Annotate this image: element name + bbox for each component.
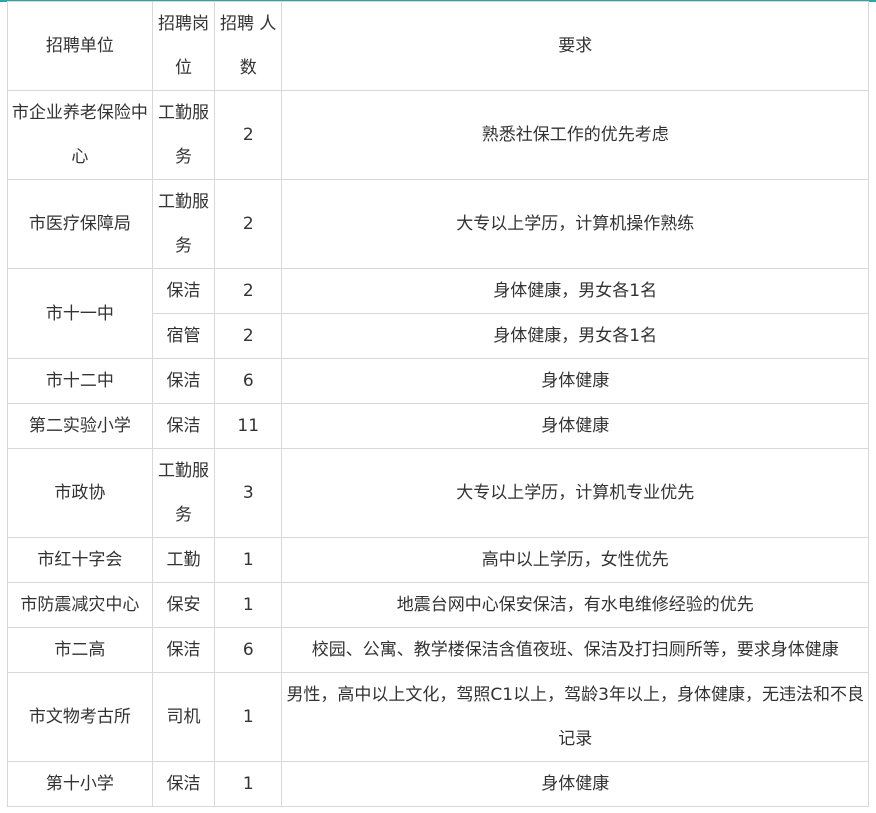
- cell-requirements: 男性，高中以上文化，驾照C1以上，驾龄3年以上，身体健康，无违法和不良记录: [281, 672, 869, 762]
- cell-count: 3: [214, 448, 283, 538]
- cell-count: 2: [214, 179, 283, 269]
- header-post: 招聘岗位: [151, 1, 216, 91]
- cell-unit: 市文物考古所: [7, 672, 153, 762]
- cell-count: 6: [214, 627, 283, 673]
- cell-unit: 市防震减灾中心: [7, 582, 153, 628]
- cell-count: 6: [214, 358, 283, 404]
- cell-unit: 市二高: [7, 627, 153, 673]
- cell-requirements: 大专以上学历，计算机专业优先: [281, 448, 869, 538]
- cell-count: 2: [214, 268, 283, 314]
- table-row: 市红十字会 工勤 1 高中以上学历，女性优先: [7, 537, 869, 583]
- table-row: 市十一中 保洁 2 身体健康，男女各1名: [7, 268, 869, 359]
- cell-requirements: 高中以上学历，女性优先: [281, 537, 869, 583]
- table-row: 市医疗保障局 工勤服务 2 大专以上学历，计算机操作熟练: [7, 179, 869, 269]
- table-row: 市二高 保洁 6 校园、公寓、教学楼保洁含值夜班、保洁及打扫厕所等，要求身体健康: [7, 627, 869, 673]
- cell-post: 保安: [151, 582, 216, 628]
- cell-requirements: 身体健康，男女各1名: [281, 268, 869, 314]
- cell-unit: 市政协: [7, 448, 153, 538]
- table-row: 市企业养老保险中心 工勤服务 2 熟悉社保工作的优先考虑: [7, 90, 869, 180]
- cell-post: 宿管: [151, 313, 216, 359]
- table-row: 市政协 工勤服务 3 大专以上学历，计算机专业优先: [7, 448, 869, 538]
- header-unit: 招聘单位: [7, 1, 153, 91]
- table-header-row: 招聘单位 招聘岗位 招聘 人数 要求: [7, 1, 869, 91]
- cell-count: 1: [214, 537, 283, 583]
- cell-requirements: 校园、公寓、教学楼保洁含值夜班、保洁及打扫厕所等，要求身体健康: [281, 627, 869, 673]
- cell-post: 工勤服务: [151, 90, 216, 180]
- table-row: 市十二中 保洁 6 身体健康: [7, 358, 869, 404]
- cell-requirements: 大专以上学历，计算机操作熟练: [281, 179, 869, 269]
- cell-requirements: 身体健康: [281, 358, 869, 404]
- cell-unit: 市十一中: [7, 268, 153, 359]
- cell-unit: 市红十字会: [7, 537, 153, 583]
- cell-post: 保洁: [151, 761, 216, 807]
- header-requirements: 要求: [281, 1, 869, 91]
- cell-unit: 市医疗保障局: [7, 179, 153, 269]
- cell-requirements: 身体健康: [281, 761, 869, 807]
- cell-requirements: 身体健康，男女各1名: [281, 313, 869, 359]
- cell-count: 1: [214, 672, 283, 762]
- recruitment-table: 招聘单位 招聘岗位 招聘 人数 要求 市企业养老保险中心 工勤服务 2 熟悉社保…: [7, 1, 869, 807]
- cell-post: 工勤: [151, 537, 216, 583]
- cell-post: 保洁: [151, 403, 216, 449]
- cell-unit: 第二实验小学: [7, 403, 153, 449]
- cell-post: 保洁: [151, 268, 216, 314]
- cell-count: 1: [214, 761, 283, 807]
- cell-post: 保洁: [151, 358, 216, 404]
- cell-post: 保洁: [151, 627, 216, 673]
- cell-requirements: 熟悉社保工作的优先考虑: [281, 90, 869, 180]
- table-row: 第十小学 保洁 1 身体健康: [7, 761, 869, 807]
- cell-post: 司机: [151, 672, 216, 762]
- cell-unit: 第十小学: [7, 761, 153, 807]
- table-row: 市文物考古所 司机 1 男性，高中以上文化，驾照C1以上，驾龄3年以上，身体健康…: [7, 672, 869, 762]
- cell-post: 工勤服务: [151, 179, 216, 269]
- cell-count: 11: [214, 403, 283, 449]
- cell-unit: 市十二中: [7, 358, 153, 404]
- table-row: 市防震减灾中心 保安 1 地震台网中心保安保洁，有水电维修经验的优先: [7, 582, 869, 628]
- cell-requirements: 地震台网中心保安保洁，有水电维修经验的优先: [281, 582, 869, 628]
- cell-post: 工勤服务: [151, 448, 216, 538]
- cell-requirements: 身体健康: [281, 403, 869, 449]
- cell-count: 2: [214, 313, 283, 359]
- header-count: 招聘 人数: [214, 1, 283, 91]
- cell-unit: 市企业养老保险中心: [7, 90, 153, 180]
- cell-count: 2: [214, 90, 283, 180]
- table-row: 第二实验小学 保洁 11 身体健康: [7, 403, 869, 449]
- cell-count: 1: [214, 582, 283, 628]
